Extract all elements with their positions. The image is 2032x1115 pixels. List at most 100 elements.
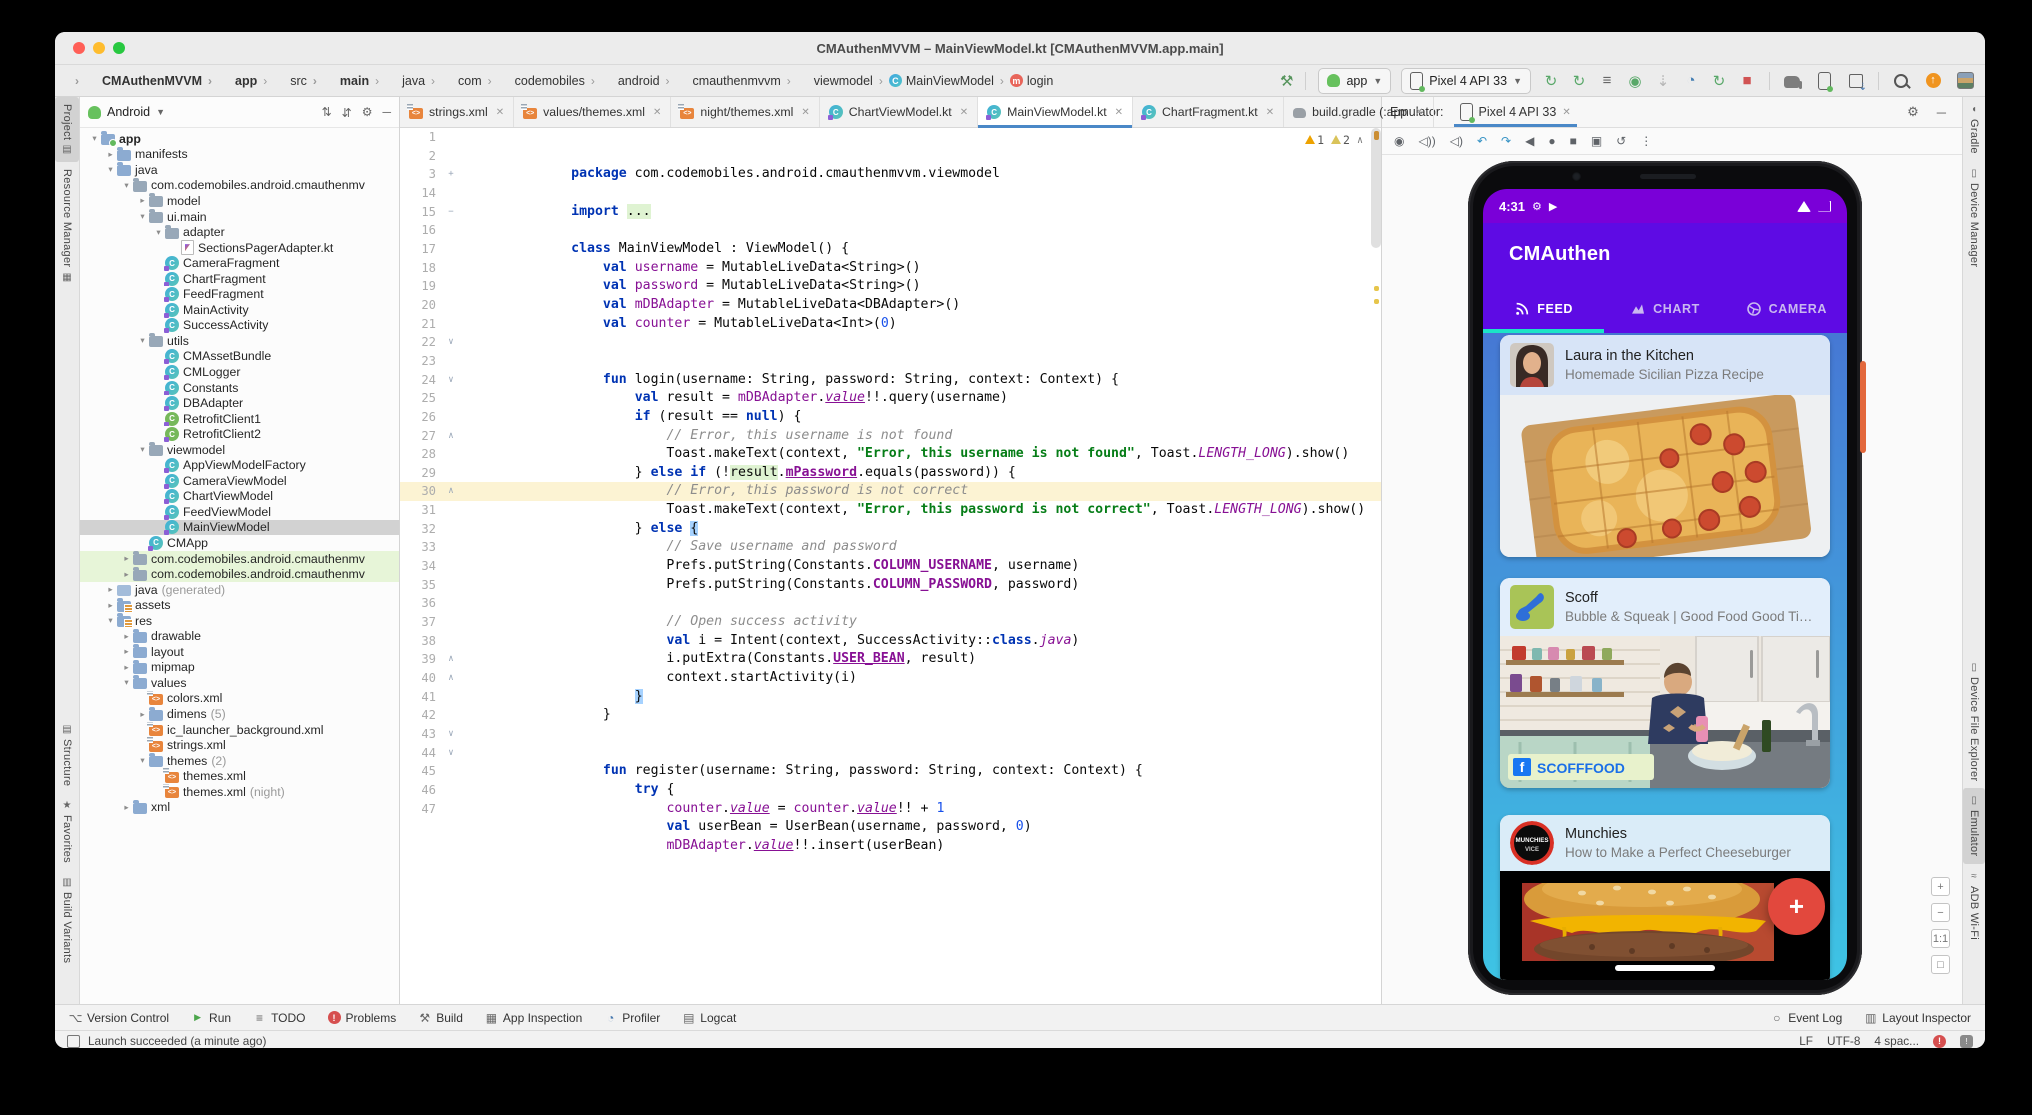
tree-row[interactable]: CameraFragment [80,255,399,271]
tree-row[interactable]: themes.xml (night) [80,784,399,800]
tool-stripe-emulator[interactable]: ▯ Emulator [1963,788,1985,863]
breadcrumb-item[interactable]: com [425,74,482,88]
fold-marker[interactable]: ∧ [442,427,460,446]
tree-row[interactable]: ▸ com.codemobiles.android.cmauthenmv [80,551,399,567]
tree-row[interactable]: Constants [80,380,399,396]
rotate-right-button[interactable]: ↷ [1501,134,1511,148]
tree-row[interactable]: ▾ themes (2) [80,753,399,769]
tree-expand-arrow[interactable]: ▾ [120,180,133,191]
debug-icon[interactable]: ◉ [1625,71,1645,91]
fold-marker[interactable] [442,557,460,576]
tree-expand-arrow[interactable]: ▸ [104,600,117,611]
gesture-home-bar[interactable] [1615,965,1715,971]
fold-marker[interactable] [442,594,460,613]
tree-row[interactable]: FeedFragment [80,286,399,302]
settings-gear-icon[interactable]: ⚙ [1907,104,1919,120]
breadcrumb-item[interactable]: java [369,74,425,88]
fold-marker[interactable] [442,706,460,725]
editor-tab[interactable]: ChartViewModel.kt ✕ [820,97,978,127]
tree-row[interactable]: ▾ viewmodel [80,442,399,458]
fold-marker[interactable] [442,240,460,259]
fold-marker[interactable] [442,688,460,707]
avd-icon[interactable] [1957,72,1974,89]
tree-row[interactable]: ▸ drawable [80,629,399,645]
tree-row[interactable]: MainViewModel [80,520,399,536]
tree-expand-arrow[interactable]: ▸ [120,569,133,580]
hide-panel-icon[interactable]: ─ [1937,105,1946,120]
close-tab-icon[interactable]: ✕ [496,107,504,118]
editor-scrollbar[interactable] [1371,128,1381,248]
error-notification-badge[interactable]: ! [1933,1035,1946,1048]
fold-marker[interactable]: ∨ [442,371,460,390]
sdk-manager-icon[interactable] [1849,74,1863,88]
fold-marker[interactable] [442,800,460,819]
tree-row[interactable]: AppViewModelFactory [80,457,399,473]
editor-tab[interactable]: values/themes.xml ✕ [514,97,671,127]
breadcrumb-item[interactable]: src [257,74,307,88]
tool-stripe-device-manager[interactable]: ▯ Device Manager [1963,161,1985,274]
indent-indicator[interactable]: 4 spac... [1874,1034,1919,1048]
tree-expand-arrow[interactable]: ▸ [120,631,133,642]
notification-icon[interactable]: ! [1960,1035,1973,1048]
close-tab-icon[interactable]: ✕ [960,107,968,118]
tree-row[interactable]: ▾ utils [80,333,399,349]
tree-row[interactable]: ▾ adapter [80,224,399,240]
profile-restart-icon[interactable]: ↻ [1709,71,1729,91]
editor-tab[interactable]: MainViewModel.kt ✕ [978,97,1133,127]
tool-stripe-resource-manager[interactable]: Resource Manager ▦ [55,162,79,289]
tree-row[interactable]: ▾ app [80,131,399,147]
tree-expand-arrow[interactable]: ▸ [120,802,133,813]
add-feed-fab[interactable]: + [1768,878,1825,935]
zoom-in-button[interactable]: + [1931,877,1950,896]
tree-expand-arrow[interactable]: ▸ [120,662,133,673]
editor-tab[interactable]: strings.xml ✕ [400,97,514,127]
target-device-select[interactable]: Pixel 4 API 33 ▼ [1401,68,1531,94]
tree-row[interactable]: RetrofitClient2 [80,426,399,442]
tree-row[interactable]: ▸ xml [80,800,399,816]
fold-marker[interactable] [442,520,460,539]
profiler-button[interactable]: Profiler [604,1011,660,1025]
fold-marker[interactable]: ∧ [442,669,460,688]
tool-stripe-gradle[interactable]: ◖ Gradle [1963,97,1985,161]
tree-expand-arrow[interactable]: ▾ [136,335,149,346]
fold-marker[interactable] [442,501,460,520]
tree-row[interactable]: ▾ res [80,613,399,629]
search-everywhere-icon[interactable] [1894,74,1908,88]
tree-row[interactable]: themes.xml [80,768,399,784]
tree-row[interactable]: SectionsPagerAdapter.kt [80,240,399,256]
close-tab-icon[interactable]: ✕ [1266,107,1274,118]
zoom-out-button[interactable]: − [1931,903,1950,922]
attach-debugger-icon[interactable]: ⇣ [1653,71,1673,91]
tree-row[interactable]: ▾ java [80,162,399,178]
tree-expand-arrow[interactable]: ▾ [136,211,149,222]
device-manager-icon[interactable] [1818,72,1831,90]
tree-row[interactable]: ▸ assets [80,597,399,613]
tree-row[interactable]: SuccessActivity [80,318,399,334]
tab-camera[interactable]: CAMERA [1726,285,1847,333]
tree-row[interactable]: DBAdapter [80,395,399,411]
apply-changes-icon[interactable]: ↻ [1569,71,1589,91]
editor-tab[interactable]: build.gradle (:app ✕ [1284,97,1433,127]
tree-row[interactable]: ChartFragment [80,271,399,287]
more-button[interactable]: ⋮ [1640,134,1652,148]
tree-row[interactable]: MainActivity [80,302,399,318]
logcat-button[interactable]: Logcat [682,1011,736,1025]
volume-down-button[interactable]: ◁) [1450,134,1463,148]
tree-row[interactable]: ▸ mipmap [80,660,399,676]
tree-expand-arrow[interactable]: ▸ [136,195,149,206]
tree-row[interactable]: ▸ com.codemobiles.android.cmauthenmv [80,566,399,582]
code-editor[interactable]: 1 package com.codemobiles.android.cmauth… [400,128,1381,1004]
close-tab-icon[interactable]: ✕ [1415,107,1423,118]
fold-marker[interactable] [442,632,460,651]
chevron-down-icon[interactable]: ▼ [156,107,165,117]
tree-row[interactable]: CameraViewModel [80,473,399,489]
tree-row[interactable]: strings.xml [80,737,399,753]
fold-marker[interactable] [442,538,460,557]
breadcrumb-item[interactable]: android [585,74,660,88]
tree-expand-arrow[interactable]: ▸ [136,709,149,720]
rotate-left-button[interactable]: ↶ [1477,134,1487,148]
tree-row[interactable]: CMAssetBundle [80,349,399,365]
breadcrumb-item[interactable]: viewmodel [781,74,873,88]
snapshots-button[interactable]: ↺ [1616,134,1626,148]
tree-row[interactable]: CMApp [80,535,399,551]
